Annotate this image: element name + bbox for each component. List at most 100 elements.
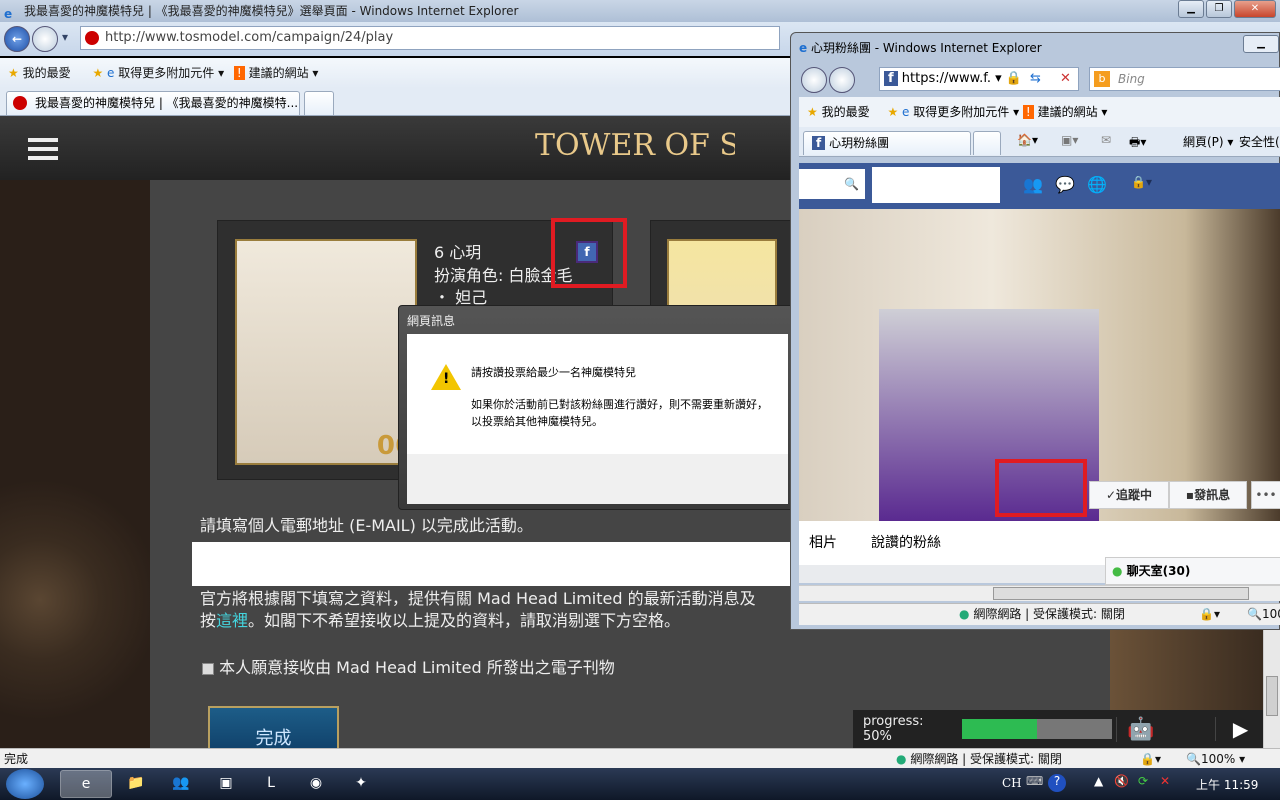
newsletter-checkbox[interactable]	[202, 662, 214, 675]
highlight-box	[995, 459, 1087, 517]
email-prompt: 請填寫個人電郵地址 (E-MAIL) 以完成此活動。	[200, 516, 533, 535]
volume-muted-icon[interactable]: 🔇	[1114, 774, 1129, 788]
tab-active[interactable]: 我最喜愛的神魔模特兒 | 《我最喜愛的神魔模特...	[6, 91, 300, 115]
dialog-detail: 如果你於活動前已對該粉絲團進行讚好，則不需要重新讚好， 以投票給其他神魔模特兒。	[471, 398, 768, 428]
close-button[interactable]: ✕	[1234, 0, 1276, 18]
dialog-footer	[407, 454, 788, 504]
history-dropdown-icon[interactable]: ▾	[62, 30, 68, 44]
add-favorite-icon[interactable]: ★	[92, 66, 103, 80]
popup-new-tab-button[interactable]	[973, 131, 1001, 155]
language-indicator[interactable]: CH	[1002, 776, 1022, 790]
network-icon[interactable]: ✕	[1160, 774, 1170, 788]
site-favicon	[13, 96, 27, 110]
forward-button[interactable]	[32, 26, 58, 52]
following-button[interactable]: ✓追蹤中	[1089, 481, 1169, 509]
url-text: http://www.tosmodel.com/campaign/24/play	[105, 30, 394, 45]
model-photo[interactable]: 06	[235, 239, 417, 465]
globe-icon: ●	[896, 752, 907, 766]
addons-button[interactable]: 取得更多附加元件	[118, 66, 214, 80]
favorites-button[interactable]: 我的最愛	[23, 66, 71, 80]
popup-protected-mode-icon[interactable]: 🔒▾	[1199, 604, 1220, 624]
popup-zoom-button[interactable]: 🔍100%	[1247, 604, 1280, 624]
nav-likes[interactable]: 說讚的粉絲	[871, 521, 941, 565]
google-play-icon[interactable]: ▶	[1215, 717, 1263, 741]
chat-bar[interactable]: ● 聊天室(30)	[1105, 557, 1280, 585]
help-icon[interactable]: ?	[1048, 774, 1066, 792]
taskbar-ie[interactable]: e	[60, 770, 112, 798]
popup-suggested-button[interactable]: 建議的網站	[1038, 105, 1098, 119]
refresh-icon[interactable]: ⇆	[1030, 68, 1041, 90]
address-bar[interactable]: http://www.tosmodel.com/campaign/24/play	[80, 26, 780, 50]
friend-requests-icon[interactable]: 👥	[1023, 175, 1043, 194]
main-status-bar: 完成 ● 網際網路 | 受保護模式: 關閉 🔒▾ 🔍100% ▾	[0, 748, 1280, 768]
popup-back-button[interactable]	[801, 67, 827, 93]
privacy-shortcuts-icon[interactable]: 🔒▾	[1131, 175, 1152, 189]
here-link[interactable]: 這裡	[216, 611, 248, 630]
popup-tab-active[interactable]: f 心玥粉絲團	[803, 131, 971, 155]
site-logo: TOWER OF SAVIORS	[535, 128, 735, 163]
sync-icon[interactable]: ⟳	[1138, 774, 1148, 788]
protected-mode-icon[interactable]: 🔒▾	[1140, 749, 1161, 769]
message-button[interactable]: ▪發訊息	[1169, 481, 1247, 509]
scrollbar-thumb[interactable]	[993, 587, 1249, 600]
page-menu[interactable]: 網頁(P) ▾	[1183, 133, 1233, 150]
scrollbar-thumb[interactable]	[1266, 676, 1278, 716]
newsletter-option: 本人願意接收由 Mad Head Limited 所發出之電子刊物	[202, 654, 615, 678]
menu-icon[interactable]	[28, 138, 58, 160]
warning-icon: !	[431, 364, 461, 390]
popup-horizontal-scrollbar[interactable]	[799, 585, 1280, 601]
star-icon: ★	[8, 66, 19, 80]
popup-title: e 心玥粉絲團 - Windows Internet Explorer	[799, 41, 1042, 55]
show-hidden-icons[interactable]: ▲	[1094, 774, 1103, 788]
ie-icon: e	[107, 66, 115, 80]
suggested-sites-button[interactable]: 建議的網站	[249, 66, 309, 80]
print-icon[interactable]: 🖶▾	[1129, 133, 1146, 154]
messages-icon[interactable]: 💬	[1055, 175, 1075, 194]
rss-icon[interactable]: ▣▾	[1061, 133, 1078, 147]
site-favicon	[85, 31, 99, 45]
start-button[interactable]	[6, 769, 44, 799]
facebook-search-overlay	[872, 167, 1000, 203]
minimize-button[interactable]: ▁	[1178, 0, 1204, 18]
gear-decoration-left	[0, 180, 150, 748]
zoom-button[interactable]: 🔍100% ▾	[1186, 749, 1245, 769]
facebook-popup-window: e 心玥粉絲團 - Windows Internet Explorer ▁ f …	[790, 32, 1280, 630]
stop-icon[interactable]: ✕	[1060, 68, 1071, 90]
taskbar-app-3[interactable]: ✦	[335, 770, 387, 798]
suggested-sites-icon: !	[233, 66, 245, 80]
keyboard-icon[interactable]: ⌨	[1026, 774, 1043, 788]
facebook-top-bar: 🔍 👥 💬 🌐 🔒▾	[799, 163, 1280, 209]
submit-button[interactable]: 完成	[208, 706, 339, 748]
popup-addons-button[interactable]: 取得更多附加元件	[913, 105, 1009, 119]
email-input[interactable]	[192, 542, 812, 586]
notifications-icon[interactable]: 🌐	[1087, 175, 1107, 194]
cover-photo[interactable]: ✓追蹤中 ▪發訊息 •••	[799, 209, 1280, 521]
progress-fill	[962, 719, 1037, 739]
back-button[interactable]: ←	[4, 26, 30, 52]
popup-forward-button[interactable]	[829, 67, 855, 93]
more-button[interactable]: •••	[1251, 481, 1280, 509]
popup-status-bar: ● 網際網路 | 受保護模式: 關閉 🔒▾ 🔍100%	[799, 603, 1280, 625]
dialog-message: 請按讚投票給最少一名神魔模特兒	[471, 366, 636, 379]
model-title: 6 心玥	[434, 243, 482, 262]
android-icon[interactable]: 🤖	[1115, 716, 1166, 742]
clock[interactable]: 上午 11:59	[1196, 776, 1258, 793]
popup-address-bar[interactable]: f https://www.f. ▾ 🔒 ⇆ ✕	[879, 67, 1079, 91]
maximize-button[interactable]: ❐	[1206, 0, 1232, 18]
highlight-box	[551, 218, 627, 288]
popup-zone-status: ● 網際網路 | 受保護模式: 關閉	[959, 607, 1125, 621]
popup-favorites-button[interactable]: 我的最愛	[822, 105, 870, 119]
status-text: 完成	[4, 752, 29, 766]
progress-label: progress: 50%	[863, 714, 924, 744]
bing-search-input[interactable]: b Bing	[1089, 67, 1280, 91]
nav-photos[interactable]: 相片	[809, 521, 837, 565]
popup-minimize-button[interactable]: ▁	[1243, 35, 1279, 53]
mail-icon[interactable]: ✉	[1101, 133, 1111, 147]
new-tab-button[interactable]	[304, 91, 334, 115]
zone-status: ● 網際網路 | 受保護模式: 關閉	[896, 752, 1062, 766]
facebook-search-input[interactable]: 🔍	[799, 169, 865, 199]
tab-label: 我最喜愛的神魔模特兒 | 《我最喜愛的神魔模特...	[35, 96, 299, 110]
bing-icon: b	[1094, 71, 1110, 87]
home-icon[interactable]: 🏠▾	[1017, 133, 1038, 147]
safety-menu[interactable]: 安全性(S)	[1239, 133, 1280, 150]
